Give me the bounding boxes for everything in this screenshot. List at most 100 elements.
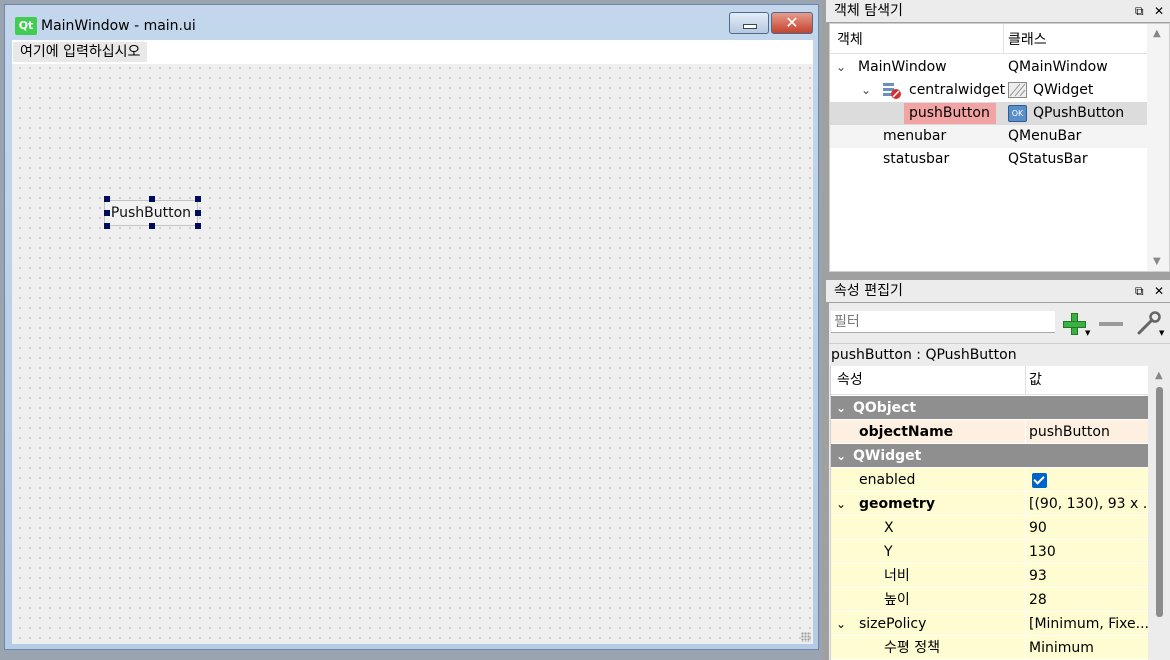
class-name: QPushButton	[1033, 105, 1125, 121]
object-name: centralwidget	[909, 82, 1006, 98]
class-name: QMainWindow	[1008, 59, 1108, 75]
header-object[interactable]: 객체	[837, 24, 863, 54]
header-divider	[1025, 366, 1026, 394]
row-divider	[1025, 420, 1026, 444]
close-dock-icon[interactable]: ✕	[1154, 280, 1164, 302]
row-divider	[1025, 468, 1026, 492]
scroll-up-icon[interactable]: ▲	[1155, 370, 1163, 381]
property-name: 수평 정책	[884, 640, 940, 656]
property-row-horizontal-policy[interactable]: 수평 정책 Minimum	[831, 636, 1148, 660]
close-dock-icon[interactable]: ✕	[1154, 0, 1164, 22]
property-value[interactable]: 28	[1029, 588, 1148, 612]
chevron-down-icon[interactable]: ⌄	[836, 612, 846, 636]
broken-layout-icon	[882, 82, 901, 99]
property-row-width[interactable]: 너비 93	[831, 564, 1148, 588]
property-value[interactable]: 93	[1029, 564, 1148, 588]
menu-type-here-item[interactable]: 여기에 입력하십시오	[13, 42, 148, 62]
tree-row-mainwindow[interactable]: ⌄ MainWindow QMainWindow	[830, 56, 1148, 79]
selected-object-context: pushButton : QPushButton	[829, 343, 1170, 365]
chevron-down-icon[interactable]: ⌄	[836, 492, 846, 516]
property-value[interactable]: [(90, 130), 93 x ...	[1029, 492, 1148, 516]
selection-handle-bottom-left[interactable]	[104, 223, 110, 229]
property-row-enabled[interactable]: enabled	[831, 468, 1148, 492]
property-name: 높이	[884, 592, 910, 608]
selection-handle-top[interactable]	[149, 196, 155, 202]
property-name: 너비	[884, 568, 910, 584]
class-name: QWidget	[1033, 82, 1094, 98]
tree-row-menubar[interactable]: menubar QMenuBar	[830, 125, 1148, 148]
property-row-sizepolicy[interactable]: ⌄ sizePolicy [Minimum, Fixe...	[831, 612, 1148, 636]
window-titlebar[interactable]: Qt MainWindow - main.ui ✕	[5, 5, 818, 39]
property-row-y[interactable]: Y 130	[831, 540, 1148, 564]
row-divider	[1025, 588, 1026, 612]
row-divider	[1025, 636, 1026, 660]
property-name: geometry	[859, 496, 935, 512]
group-label: QWidget	[853, 448, 922, 464]
tree-row-pushbutton[interactable]: pushButton OK QPushButton	[830, 102, 1148, 125]
scroll-up-icon[interactable]: ▲	[1153, 28, 1161, 39]
filter-input[interactable]	[831, 311, 1055, 333]
add-dynamic-property-button[interactable]: ▼	[1061, 311, 1091, 337]
object-inspector-tree[interactable]: 객체 클래스 ⌄ MainWindow QMainWindow ⌄ centra…	[829, 23, 1170, 272]
object-inspector-title: 객체 탐색기	[834, 3, 903, 19]
form-menubar[interactable]: 여기에 입력하십시오	[12, 40, 813, 64]
property-editor-titlebar[interactable]: 속성 편집기 ⧉ ✕	[826, 280, 1170, 302]
selection-handle-bottom[interactable]	[149, 223, 155, 229]
property-name: enabled	[859, 472, 916, 488]
selection-handle-top-left[interactable]	[104, 196, 110, 202]
tree-row-centralwidget[interactable]: ⌄ centralwidget QWidget	[830, 79, 1148, 102]
property-value[interactable]: Minimum	[1029, 636, 1148, 660]
row-divider	[1025, 516, 1026, 540]
float-dock-icon[interactable]: ⧉	[1135, 280, 1144, 302]
selection-handle-bottom-right[interactable]	[195, 223, 201, 229]
property-value[interactable]: 90	[1029, 516, 1148, 540]
chevron-down-icon[interactable]: ⌄	[836, 56, 846, 79]
row-divider	[1025, 492, 1026, 516]
property-row-geometry[interactable]: ⌄ geometry [(90, 130), 93 x ...	[831, 492, 1148, 516]
header-class[interactable]: 클래스	[1008, 24, 1047, 54]
property-editor-title: 속성 편집기	[834, 283, 903, 299]
header-value[interactable]: 값	[1029, 366, 1042, 394]
property-editor-panel: ▼ ▼ pushButton : QPushButton 속성 값 ⌄ QObj…	[829, 303, 1170, 660]
property-table-header: 속성 값	[831, 366, 1148, 395]
qt-logo-icon: Qt	[15, 17, 37, 35]
class-name: QStatusBar	[1008, 151, 1088, 167]
class-name: QMenuBar	[1008, 128, 1082, 144]
selection-handle-top-right[interactable]	[195, 196, 201, 202]
minimize-button[interactable]	[729, 12, 769, 34]
property-row-height[interactable]: 높이 28	[831, 588, 1148, 612]
property-row-x[interactable]: X 90	[831, 516, 1148, 540]
form-preview-area: Qt MainWindow - main.ui ✕ 여기에 입력하십시오 Pus…	[0, 0, 822, 660]
property-table-scrollbar[interactable]: ▲	[1149, 366, 1170, 660]
property-table[interactable]: 속성 값 ⌄ QObject objectName pushButton ⌄ Q…	[830, 366, 1148, 660]
property-value[interactable]: pushButton	[1029, 420, 1148, 444]
close-button[interactable]: ✕	[771, 12, 813, 34]
property-value[interactable]: 130	[1029, 540, 1148, 564]
property-row-objectname[interactable]: objectName pushButton	[831, 420, 1148, 444]
selection-handle-left[interactable]	[104, 210, 110, 216]
scroll-down-icon[interactable]: ▼	[1153, 256, 1161, 267]
property-name: objectName	[859, 424, 954, 440]
float-dock-icon[interactable]: ⧉	[1135, 0, 1144, 22]
scrollbar-thumb[interactable]	[1156, 387, 1163, 617]
group-label: QObject	[853, 400, 917, 416]
central-widget-canvas[interactable]: 여기에 입력하십시오 PushButton	[12, 40, 813, 644]
header-property[interactable]: 속성	[837, 366, 863, 394]
remove-property-button[interactable]	[1099, 322, 1123, 326]
chevron-down-icon[interactable]: ⌄	[836, 396, 846, 420]
size-grip-icon[interactable]	[801, 632, 811, 642]
selection-handle-right[interactable]	[195, 210, 201, 216]
property-value[interactable]: [Minimum, Fixe...	[1029, 612, 1148, 636]
dropdown-caret-icon: ▼	[1085, 329, 1091, 337]
row-divider	[1025, 612, 1026, 636]
chevron-down-icon[interactable]: ⌄	[836, 444, 846, 468]
object-inspector-scrollbar[interactable]: ▲ ▼	[1147, 24, 1169, 271]
object-inspector-titlebar[interactable]: 객체 탐색기 ⧉ ✕	[826, 0, 1170, 22]
group-qwidget[interactable]: ⌄ QWidget	[831, 444, 1148, 468]
object-name: MainWindow	[858, 59, 947, 75]
enabled-checkbox[interactable]	[1032, 473, 1047, 488]
group-qobject[interactable]: ⌄ QObject	[831, 396, 1148, 420]
configure-button[interactable]: ▼	[1135, 311, 1164, 337]
chevron-down-icon[interactable]: ⌄	[861, 79, 871, 102]
tree-row-statusbar[interactable]: statusbar QStatusBar	[830, 148, 1148, 171]
